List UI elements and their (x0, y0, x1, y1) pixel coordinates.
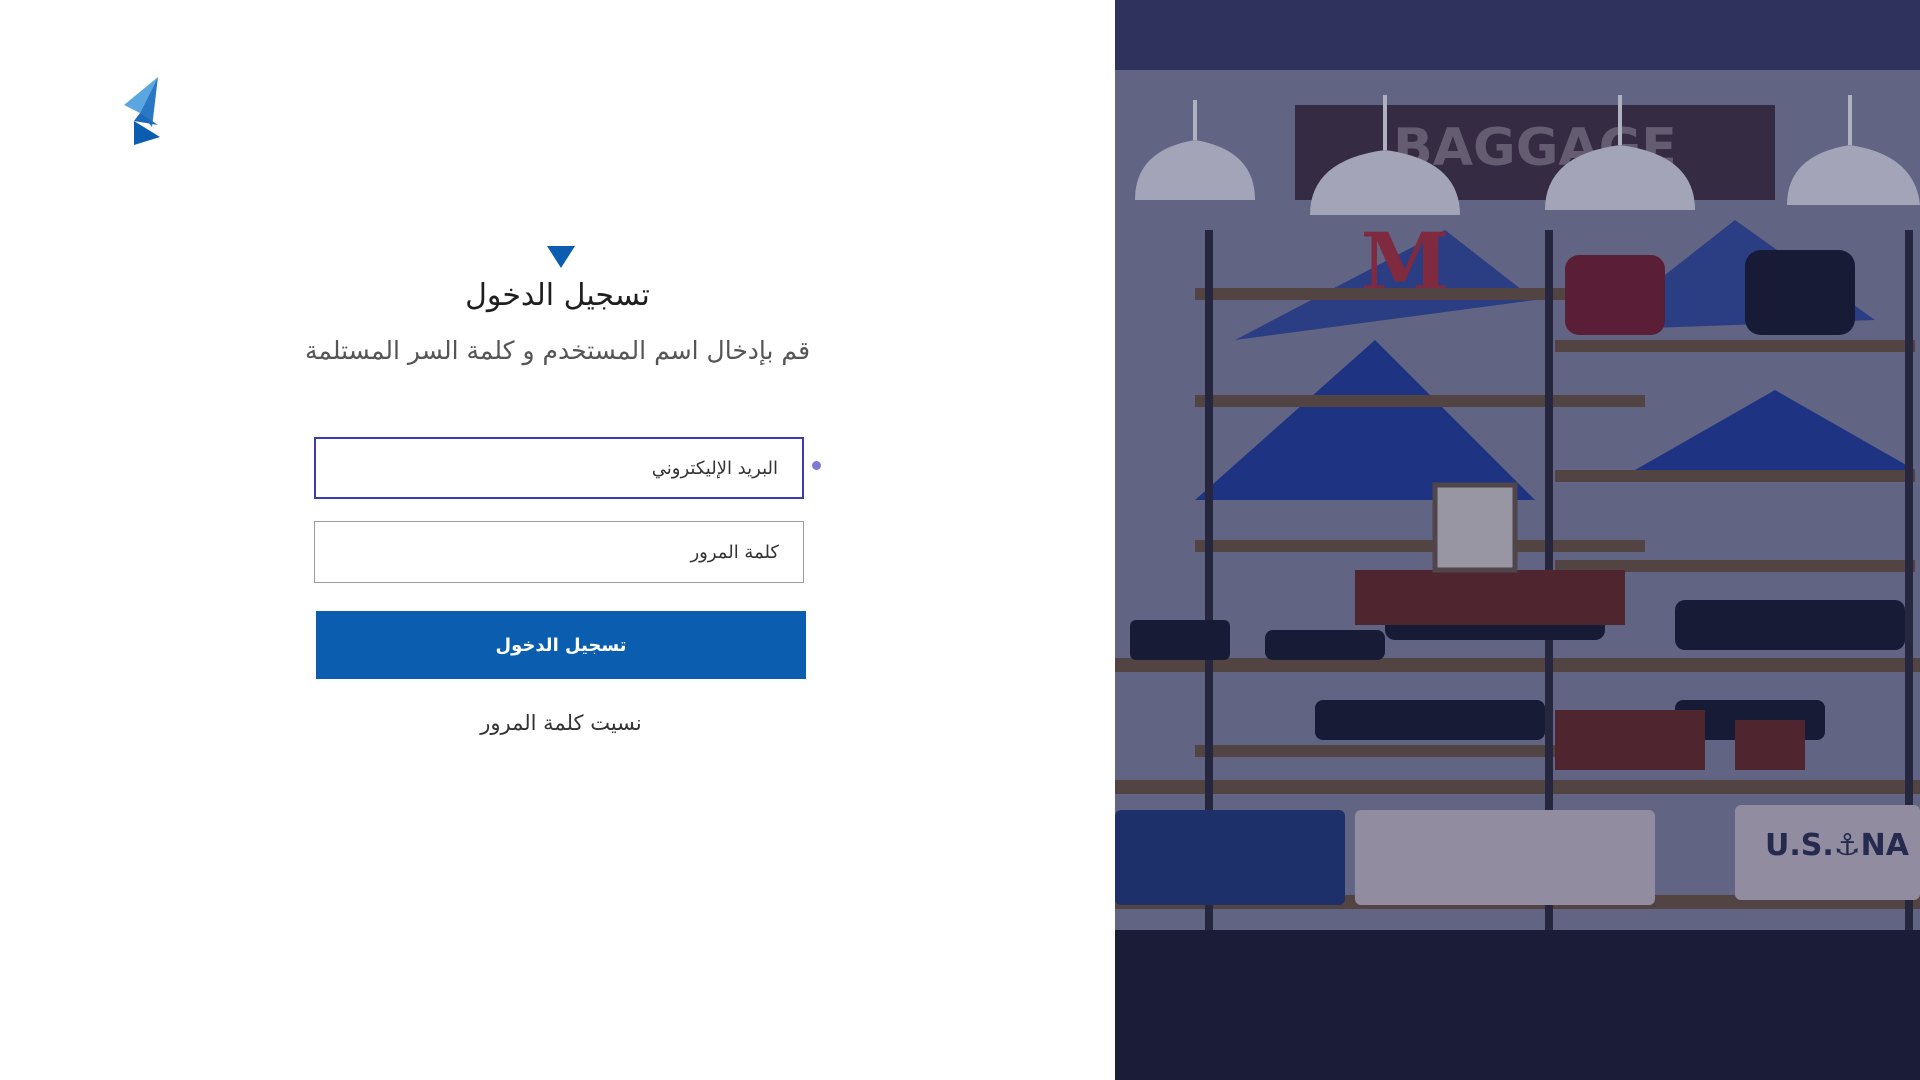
page-title: تسجيل الدخول (465, 278, 650, 313)
email-field-wrapper (314, 437, 804, 499)
login-button[interactable]: تسجيل الدخول (316, 611, 806, 679)
login-panel: تسجيل الدخول قم بإدخال اسم المستخدم و كل… (0, 0, 1115, 1080)
focus-indicator (812, 461, 821, 470)
email-field[interactable] (316, 439, 802, 497)
password-field[interactable] (315, 522, 803, 582)
triangle-down-icon (547, 246, 575, 268)
store-photo: BAGGAGE M U.S.⚓NA (1115, 0, 1920, 1080)
brand-logo (124, 77, 160, 145)
password-field-wrapper (314, 521, 804, 583)
page-subtitle: قم بإدخال اسم المستخدم و كلمة السر المست… (304, 336, 811, 365)
forgot-password-link[interactable]: نسيت كلمة المرور (316, 711, 806, 735)
